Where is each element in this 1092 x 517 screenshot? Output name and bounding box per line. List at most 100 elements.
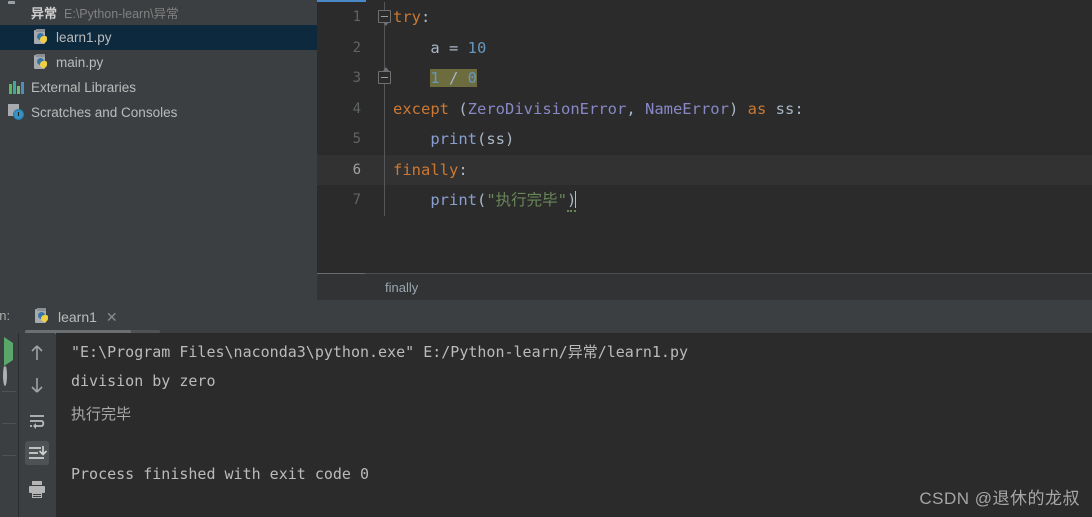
run-tool-window: un: learn1 ✕ — [0, 300, 1092, 517]
divide-operator: / — [439, 69, 468, 87]
run-tab-learn1[interactable]: learn1 ✕ — [34, 305, 118, 328]
scroll-to-end-icon[interactable] — [25, 441, 49, 465]
code-line-5[interactable]: 5 print(ss) — [317, 124, 1092, 155]
line-number: 5 — [352, 131, 361, 147]
paren-close: ) — [728, 99, 748, 118]
line-number: 1 — [352, 9, 361, 25]
keyword-except: except — [393, 99, 449, 118]
code-line-1[interactable]: 1 try: — [317, 2, 1092, 33]
breadcrumb[interactable]: finally — [317, 273, 1092, 300]
print-glyph — [29, 481, 45, 498]
line-number: 2 — [352, 39, 361, 56]
code-editor[interactable]: 1 try: 2 a = 10 3 1 / 0 4 except (ZeroDi… — [317, 0, 1092, 300]
code-line-4[interactable]: 4 except (ZeroDivisionError, NameError) … — [317, 93, 1092, 124]
number-0: 0 — [467, 69, 478, 87]
fold-open-icon[interactable] — [378, 10, 391, 26]
code-text-line-2: a = 10 — [393, 33, 486, 64]
selected-expression: 1 / 0 — [430, 69, 478, 87]
print-icon[interactable] — [25, 477, 49, 501]
down-arrow-glyph — [31, 378, 43, 393]
indent-guide — [384, 154, 385, 185]
console-line-output-1: division by zero — [71, 372, 216, 390]
line-number: 7 — [352, 192, 361, 208]
run-tab-label: learn1 — [58, 308, 97, 325]
project-root-name: 异常 — [31, 6, 58, 21]
breadcrumb-spacer — [317, 274, 385, 300]
keyword-finally: finally — [393, 160, 459, 179]
number-10: 10 — [467, 38, 487, 57]
code-line-3[interactable]: 3 1 / 0 — [317, 63, 1092, 94]
close-icon[interactable]: ✕ — [106, 310, 118, 324]
breadcrumb-divider — [317, 273, 365, 274]
code-area[interactable]: 1 try: 2 a = 10 3 1 / 0 4 except (ZeroDi… — [317, 2, 1092, 273]
strip-divider — [2, 423, 16, 424]
run-icon[interactable] — [1, 337, 17, 366]
variable-a: a — [430, 38, 440, 57]
stop-icon[interactable] — [1, 399, 17, 415]
paren-open: ( — [449, 99, 468, 118]
keyword-as: as — [747, 99, 767, 118]
run-panel-header: un: learn1 ✕ — [0, 300, 1092, 334]
code-text-line-3: 1 / 0 — [393, 63, 478, 94]
code-text-line-7: print("执行完毕") — [393, 185, 577, 216]
scratches-icon — [8, 104, 25, 121]
down-arrow-icon[interactable] — [25, 373, 49, 397]
fold-end-icon[interactable] — [378, 67, 391, 84]
assign-operator: = — [439, 38, 468, 57]
print-args: (ss) — [477, 130, 515, 148]
function-print: print — [430, 130, 477, 148]
run-side-strip[interactable] — [0, 333, 19, 517]
code-text-line-6: finally: — [393, 155, 468, 186]
soft-wrap-glyph — [30, 415, 45, 429]
pin-icon[interactable] — [1, 431, 17, 447]
line-number: 3 — [352, 70, 361, 86]
strip-divider — [2, 391, 16, 392]
indent-guide — [384, 32, 385, 63]
up-arrow-glyph — [31, 345, 43, 360]
external-libraries-icon — [8, 79, 25, 96]
strip-divider — [2, 455, 16, 456]
tree-row-main-py[interactable]: main.py — [0, 50, 317, 75]
colon: : — [421, 8, 431, 26]
string-literal: "执行完毕" — [486, 191, 568, 209]
rerun-icon[interactable] — [1, 365, 17, 386]
tree-row-project-root[interactable]: 异常 E:\Python-learn\异常 — [0, 0, 317, 25]
code-line-7[interactable]: 7 print("执行完毕") — [317, 185, 1092, 216]
tree-row-learn1-py[interactable]: learn1.py — [0, 25, 317, 50]
console-line-exit: Process finished with exit code 0 — [71, 465, 370, 483]
exception-nameerror: NameError — [644, 99, 729, 118]
keyword-try: try — [393, 8, 421, 26]
project-root-path: E:\Python-learn\异常 — [64, 7, 179, 21]
top-area: 异常 E:\Python-learn\异常 learn1.py main.py — [0, 0, 1092, 300]
tree-item-label: Scratches and Consoles — [31, 105, 178, 120]
exception-zerodivisionerror: ZeroDivisionError — [467, 99, 627, 118]
tree-row-scratches-and-consoles[interactable]: Scratches and Consoles — [0, 100, 317, 125]
tree-row-external-libraries[interactable]: External Libraries — [0, 75, 317, 100]
run-toolbar[interactable] — [19, 333, 55, 517]
project-tree-panel[interactable]: 异常 E:\Python-learn\异常 learn1.py main.py — [0, 0, 317, 300]
code-line-2[interactable]: 2 a = 10 — [317, 32, 1092, 64]
pycharm-window: 异常 E:\Python-learn\异常 learn1.py main.py — [0, 0, 1092, 517]
python-file-icon — [34, 308, 51, 325]
python-file-icon — [33, 54, 50, 71]
line-number: 6 — [352, 161, 361, 178]
function-print: print — [430, 191, 477, 209]
paren-open: ( — [477, 191, 487, 209]
variable-ss: ss: — [766, 99, 804, 118]
number-1: 1 — [430, 69, 440, 87]
colon: : — [458, 160, 468, 179]
scroll-to-end-glyph — [29, 446, 48, 459]
soft-wrap-icon[interactable] — [25, 409, 49, 433]
python-file-icon — [33, 29, 50, 46]
comma: , — [626, 99, 645, 118]
tree-item-label: External Libraries — [31, 80, 137, 95]
indent-guide — [384, 185, 385, 216]
tree-item-label: main.py — [56, 55, 104, 70]
code-text-line-1: try: — [393, 2, 430, 33]
breadcrumb-item-finally[interactable]: finally — [385, 280, 418, 295]
run-window-label: un: — [0, 308, 11, 323]
console-line-output-2: 执行完毕 — [71, 405, 132, 423]
console-line-command: "E:\Program Files\naconda3\python.exe" E… — [71, 343, 688, 361]
up-arrow-icon[interactable] — [25, 341, 49, 365]
code-line-6[interactable]: 6 finally: — [317, 154, 1092, 186]
